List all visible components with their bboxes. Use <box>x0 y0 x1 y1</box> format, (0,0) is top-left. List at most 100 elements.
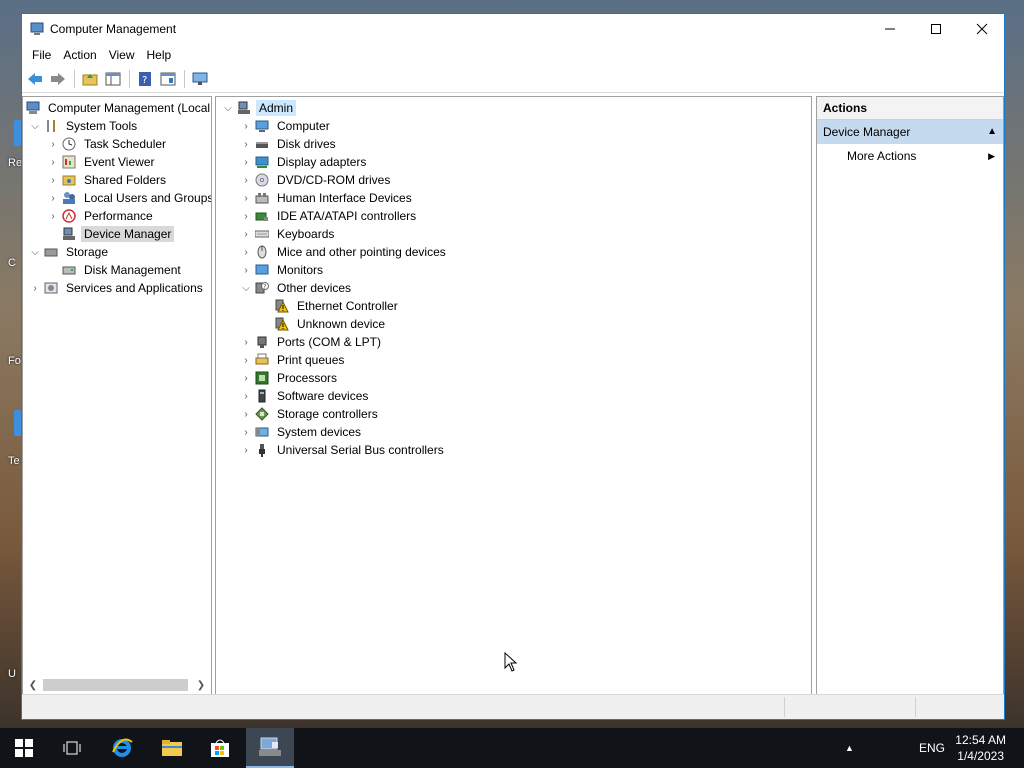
tree-horizontal-scrollbar[interactable]: ❮ ❯ <box>25 677 209 693</box>
chevron-right-icon[interactable]: › <box>45 175 61 186</box>
input-language-indicator[interactable]: ENG <box>919 728 945 768</box>
device-category-print-queues[interactable]: › Print queues <box>238 351 347 369</box>
device-category-label: Universal Serial Bus controllers <box>277 443 444 457</box>
menu-help[interactable]: Help <box>141 48 178 62</box>
device-category-disk-drives[interactable]: › Disk drives <box>238 135 339 153</box>
start-button[interactable] <box>0 728 48 768</box>
scroll-thumb[interactable] <box>43 679 188 691</box>
chevron-right-icon[interactable]: › <box>238 139 254 150</box>
chevron-right-icon[interactable]: › <box>238 337 254 348</box>
file-explorer-taskbar-button[interactable] <box>148 728 196 768</box>
store-taskbar-button[interactable] <box>196 728 244 768</box>
show-hidden-icons-button[interactable]: ▲ <box>845 728 854 768</box>
more-actions-item[interactable]: More Actions ▶ <box>817 144 1003 168</box>
monitor-icon[interactable] <box>189 68 211 90</box>
chevron-right-icon[interactable]: › <box>238 121 254 132</box>
tree-root[interactable]: Computer Management (Local <box>25 99 211 117</box>
device-category-dvd-cd-rom-drives[interactable]: › DVD/CD-ROM drives <box>238 171 393 189</box>
device-category-display-adapters[interactable]: › Display adapters <box>238 153 369 171</box>
device-category-processors[interactable]: › Processors <box>238 369 340 387</box>
menu-view[interactable]: View <box>103 48 141 62</box>
desktop-label-fragment: U <box>8 668 16 680</box>
computer-management-icon <box>259 737 281 756</box>
device-category-storage-controllers[interactable]: › Storage controllers <box>238 405 381 423</box>
device-category-keyboards[interactable]: › Keyboards <box>238 225 337 243</box>
chevron-right-icon[interactable]: › <box>238 409 254 420</box>
device-root[interactable]: ⌵ Admin <box>220 99 297 117</box>
chevron-right-icon[interactable]: › <box>45 139 61 150</box>
show-hide-tree-icon[interactable] <box>102 68 124 90</box>
device-category-mice[interactable]: › Mice and other pointing devices <box>238 243 449 261</box>
tree-item-storage[interactable]: ⌵ Storage <box>27 243 111 261</box>
close-button[interactable] <box>959 14 1005 44</box>
device-category-usb-controllers[interactable]: › Universal Serial Bus controllers <box>238 441 447 459</box>
chevron-right-icon[interactable]: › <box>238 391 254 402</box>
chevron-right-icon[interactable]: › <box>238 175 254 186</box>
tree-item-performance[interactable]: › Performance <box>45 207 156 225</box>
up-folder-icon[interactable] <box>79 68 101 90</box>
tree-item-local-users-and-groups[interactable]: › Local Users and Groups <box>45 189 211 207</box>
device-category-software-devices[interactable]: › Software devices <box>238 387 371 405</box>
minimize-button[interactable] <box>867 14 913 44</box>
submenu-arrow-icon: ▶ <box>988 151 995 161</box>
back-icon[interactable] <box>24 68 46 90</box>
device-category-system-devices[interactable]: › System devices <box>238 423 364 441</box>
chevron-right-icon[interactable]: › <box>238 265 254 276</box>
scroll-right-icon[interactable]: ❯ <box>193 680 209 691</box>
device-ethernet-controller[interactable]: Ethernet Controller <box>258 297 401 315</box>
chevron-right-icon[interactable]: › <box>238 193 254 204</box>
device-category-human-interface-devices[interactable]: › Human Interface Devices <box>238 189 415 207</box>
chevron-right-icon[interactable]: › <box>238 373 254 384</box>
collapse-up-icon[interactable]: ▲ <box>987 120 997 144</box>
menu-file[interactable]: File <box>26 48 57 62</box>
chevron-down-icon[interactable]: ⌵ <box>220 103 236 114</box>
chevron-down-icon[interactable]: ⌵ <box>238 283 254 294</box>
scroll-left-icon[interactable]: ❮ <box>25 680 41 691</box>
tree-item-event-viewer[interactable]: › Event Viewer <box>45 153 157 171</box>
tree-item-disk-management[interactable]: Disk Management <box>45 261 184 279</box>
chevron-right-icon[interactable]: › <box>27 283 43 294</box>
task-view-button[interactable] <box>48 728 96 768</box>
storage-icon <box>43 244 59 260</box>
taskbar-clock[interactable]: 12:54 AM 1/4/2023 <box>955 732 1006 764</box>
actions-section-device-manager[interactable]: Device Manager ▲ <box>817 120 1003 144</box>
tree-item-shared-folders[interactable]: › Shared Folders <box>45 171 169 189</box>
chevron-right-icon[interactable]: › <box>238 445 254 456</box>
tree-item-system-tools[interactable]: ⌵ System Tools <box>27 117 140 135</box>
chevron-down-icon[interactable]: ⌵ <box>27 121 43 132</box>
chevron-up-icon: ▲ <box>845 743 854 753</box>
chevron-right-icon[interactable]: › <box>238 229 254 240</box>
status-bar <box>22 694 1004 719</box>
tree-item-device-manager[interactable]: Device Manager <box>45 225 175 243</box>
chevron-right-icon[interactable]: › <box>238 427 254 438</box>
chevron-right-icon[interactable]: › <box>45 211 61 222</box>
computer-management-taskbar-button[interactable] <box>246 728 294 768</box>
chevron-right-icon[interactable]: › <box>238 211 254 222</box>
device-category-label: IDE ATA/ATAPI controllers <box>277 209 417 223</box>
device-category-ide-ata-atapi-controllers[interactable]: › IDE ATA/ATAPI controllers <box>238 207 419 225</box>
maximize-button[interactable] <box>913 14 959 44</box>
chevron-right-icon[interactable]: › <box>45 193 61 204</box>
toolbar-separator <box>184 70 185 88</box>
device-category-monitors[interactable]: › Monitors <box>238 261 326 279</box>
menu-action[interactable]: Action <box>57 48 102 62</box>
chevron-right-icon[interactable]: › <box>45 157 61 168</box>
device-unknown-device[interactable]: Unknown device <box>258 315 388 333</box>
chevron-right-icon[interactable]: › <box>238 355 254 366</box>
title-bar[interactable]: Computer Management <box>22 14 1004 44</box>
device-category-computer[interactable]: › Computer <box>238 117 333 135</box>
internet-explorer-taskbar-button[interactable] <box>98 728 146 768</box>
properties-icon[interactable] <box>157 68 179 90</box>
help-icon[interactable]: ? <box>134 68 156 90</box>
device-category-ports[interactable]: › Ports (COM & LPT) <box>238 333 384 351</box>
chevron-right-icon[interactable]: › <box>238 157 254 168</box>
device-category-other-devices[interactable]: ⌵ ? Other devices <box>238 279 354 297</box>
store-icon <box>211 739 229 757</box>
chevron-right-icon[interactable]: › <box>238 247 254 258</box>
performance-icon <box>61 208 77 224</box>
forward-icon[interactable] <box>47 68 69 90</box>
chevron-down-icon[interactable]: ⌵ <box>27 247 43 258</box>
tree-item-services-and-applications[interactable]: › Services and Applications <box>27 279 206 297</box>
tree-item-task-scheduler[interactable]: › Task Scheduler <box>45 135 169 153</box>
mouse-icon <box>254 244 270 260</box>
